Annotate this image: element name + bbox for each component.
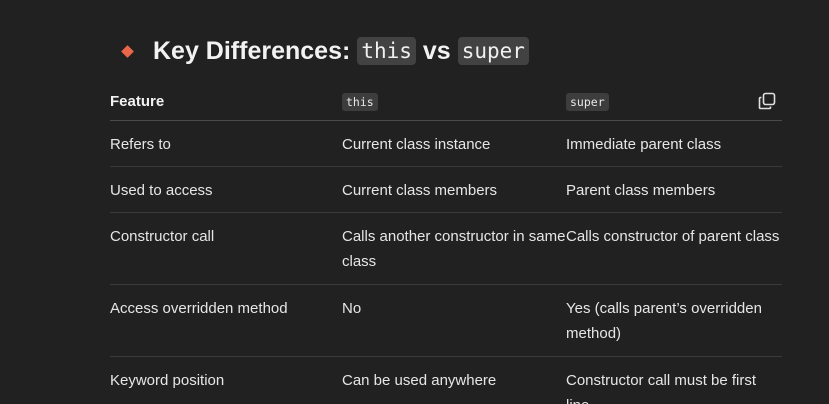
cell-this: Current class members [342, 166, 566, 213]
table-row: Access overridden method No Yes (calls p… [110, 284, 782, 357]
comparison-table: Feature this super Refers to Current cla… [110, 82, 782, 404]
header-this: this [342, 82, 566, 121]
diamond-bullet-icon [121, 44, 134, 58]
cell-this: Calls another constructor in same class [342, 212, 566, 285]
copy-icon[interactable] [758, 92, 776, 110]
section-heading: Key Differences: this vs super [118, 33, 529, 69]
cell-this: No [342, 284, 566, 357]
cell-super: Immediate parent class [566, 120, 782, 167]
cell-super: Yes (calls parent’s overridden method) [566, 284, 782, 357]
cell-this: Can be used anywhere [342, 372, 497, 389]
cell-super: Parent class members [566, 166, 782, 213]
comparison-table-container: Feature this super Refers to Current cla… [110, 82, 782, 404]
heading-code-this: this [357, 37, 416, 65]
table-row: Refers to Current class instance Immedia… [110, 120, 782, 167]
cell-feature: Refers to [110, 120, 342, 167]
cell-feature: Access overridden method [110, 284, 342, 357]
header-super-code: super [566, 92, 609, 111]
table-row: Used to access Current class members Par… [110, 166, 782, 213]
table-row: Keyword position Can be used anywhere Co… [110, 357, 782, 404]
heading-text: Key Differences: [153, 36, 351, 65]
cell-this: Current class instance [342, 120, 566, 167]
cell-feature: Keyword position [110, 372, 225, 389]
header-super: super [566, 82, 782, 121]
cell-feature: Used to access [110, 166, 342, 213]
cell-super: Calls constructor of parent class [566, 212, 782, 285]
table-header-row: Feature this super [110, 82, 782, 121]
cell-super: Constructor call must be first line [566, 372, 757, 404]
header-feature: Feature [110, 82, 342, 121]
table-row: Constructor call Calls another construct… [110, 212, 782, 285]
heading-code-super: super [457, 37, 529, 65]
header-this-code: this [342, 92, 378, 111]
cell-feature: Constructor call [110, 212, 342, 285]
heading-vs: vs [422, 36, 451, 65]
